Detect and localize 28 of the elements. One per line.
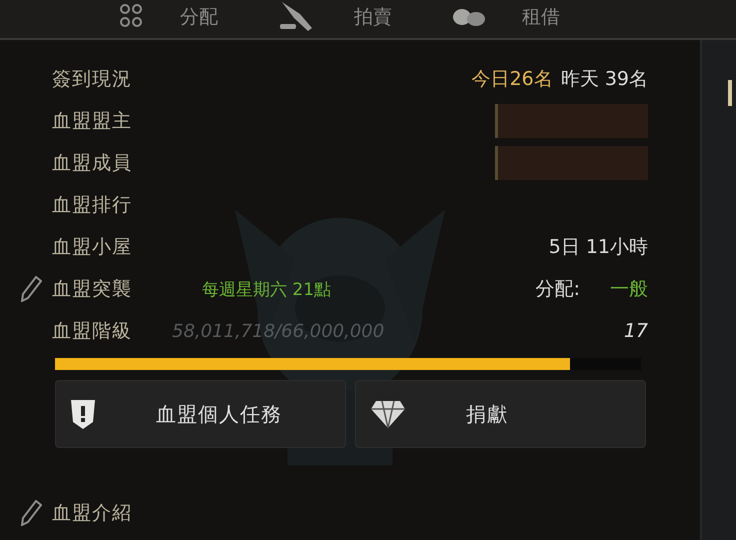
shield-icon (70, 398, 96, 430)
coins-icon (452, 7, 486, 27)
pencil-icon[interactable] (20, 500, 42, 526)
pencil-icon[interactable] (20, 276, 42, 302)
row-label: 簽到現況 (52, 67, 132, 92)
tab[interactable]: 分配 (180, 4, 218, 30)
raid-schedule: 每週星期六 21點 (202, 278, 332, 300)
row-label: 血盟介紹 (52, 501, 132, 526)
action-button[interactable]: 捐獻 (355, 380, 646, 448)
distribution-value: 一般 (610, 277, 648, 302)
tab[interactable]: 租借 (522, 4, 560, 30)
row-label: 血盟成員 (52, 151, 132, 176)
yesterday-count: 昨天 39名 (560, 67, 648, 92)
row-label: 血盟盟主 (52, 109, 132, 134)
experience-text: 58,011,718/66,000,000 (172, 320, 384, 342)
circles-icon (118, 4, 144, 30)
row-label: 血盟階級 (52, 319, 132, 344)
today-count: 今日26名 (472, 67, 553, 92)
gem-icon (370, 399, 406, 429)
row-value: 5日 11小時 (548, 235, 648, 260)
row-label: 血盟小屋 (52, 235, 132, 260)
row-label: 血盟排行 (52, 193, 132, 218)
row-label: 血盟突襲 (52, 277, 132, 302)
tab[interactable]: 拍賣 (354, 4, 392, 30)
distribution-label: 分配: (536, 277, 580, 302)
scroll-indicator (728, 80, 732, 106)
clan-level: 17 (624, 320, 648, 342)
action-button[interactable]: 血盟個人任務 (55, 380, 346, 448)
